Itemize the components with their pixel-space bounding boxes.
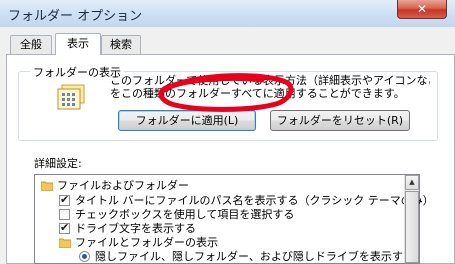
option-label: タイトル バーにファイルのパス名を表示する（クラシック テーマのみ） bbox=[75, 194, 434, 207]
reset-folders-button[interactable]: フォルダーをリセット(R) bbox=[270, 110, 410, 131]
description-line-1: このフォルダーで使用している表示方法（詳細表示やアイコンなど） bbox=[110, 74, 430, 87]
option-show-drive-letters[interactable]: ✔ ドライブ文字を表示する bbox=[59, 221, 196, 236]
tree-item-label: ファイルおよびフォルダー bbox=[57, 179, 189, 192]
tree-item-hidden-files[interactable]: ファイルとフォルダーの表示 bbox=[59, 236, 218, 250]
checkbox[interactable]: ✔ bbox=[59, 193, 70, 206]
option-label: 隠しファイル、隠しフォルダー、および隠しドライブを表示する bbox=[95, 250, 414, 263]
title-bar: フォルダー オプション ✕ bbox=[0, 0, 455, 27]
folder-icon bbox=[59, 238, 71, 248]
vertical-scrollbar[interactable]: ▲ bbox=[404, 175, 419, 263]
folder-view-icon bbox=[57, 84, 85, 110]
radio-dot bbox=[82, 254, 87, 259]
tab-search[interactable]: 検索 bbox=[101, 35, 141, 54]
advanced-settings-label: 詳細設定: bbox=[34, 157, 82, 170]
tab-view[interactable]: 表示 bbox=[55, 33, 101, 55]
scroll-up-icon[interactable]: ▲ bbox=[405, 175, 419, 190]
checkbox[interactable]: ✔ bbox=[59, 221, 70, 234]
tab-general[interactable]: 全般 bbox=[10, 35, 52, 54]
window-title: フォルダー オプション bbox=[8, 9, 143, 24]
apply-to-folders-button[interactable]: フォルダーに適用(L) bbox=[118, 110, 256, 131]
option-label: チェックボックスを使用して項目を選択する bbox=[75, 208, 295, 221]
option-show-full-path[interactable]: ✔ タイトル バーにファイルのパス名を表示する（クラシック テーマのみ） bbox=[59, 193, 434, 208]
tree-item-files-folders[interactable]: ファイルおよびフォルダー bbox=[41, 179, 189, 193]
scroll-thumb[interactable] bbox=[405, 191, 419, 263]
checkmark-icon: ✔ bbox=[60, 221, 70, 234]
folder-views-description: このフォルダーで使用している表示方法（詳細表示やアイコンなど） をこの種類のフォ… bbox=[110, 74, 430, 100]
option-use-checkboxes[interactable]: チェックボックスを使用して項目を選択する bbox=[59, 208, 294, 222]
tree-item-label: ファイルとフォルダーの表示 bbox=[75, 236, 218, 249]
checkmark-icon: ✔ bbox=[60, 193, 70, 206]
close-icon: ✕ bbox=[416, 2, 428, 16]
description-line-2: をこの種類のフォルダーすべてに適用することができます。 bbox=[110, 87, 405, 100]
tab-strip: 全般 表示 検索 bbox=[0, 33, 455, 55]
advanced-settings-tree: ファイルおよびフォルダー ✔ タイトル バーにファイルのパス名を表示する（クラシ… bbox=[34, 174, 434, 264]
checkbox[interactable] bbox=[59, 209, 70, 220]
close-button[interactable]: ✕ bbox=[397, 0, 447, 19]
radio-button[interactable] bbox=[79, 251, 90, 262]
option-label: ドライブ文字を表示する bbox=[75, 222, 196, 235]
folder-icon bbox=[41, 181, 53, 191]
